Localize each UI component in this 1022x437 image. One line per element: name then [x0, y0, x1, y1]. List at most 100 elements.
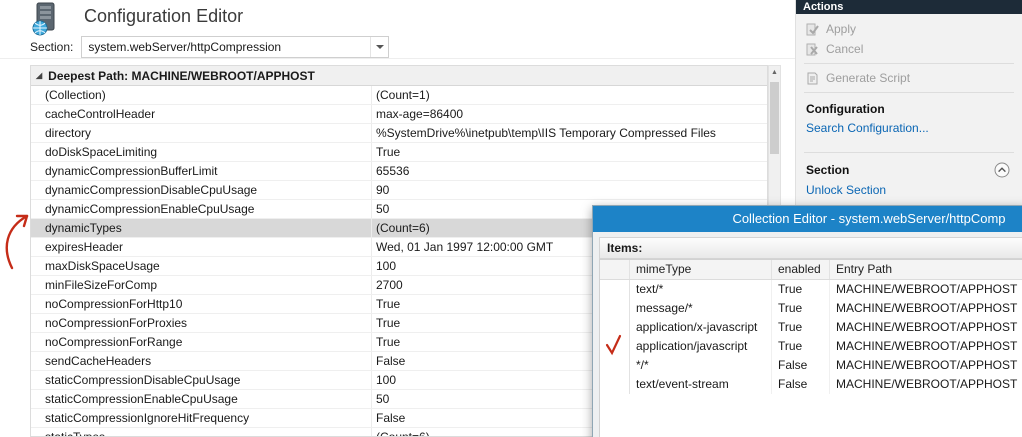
column-header-enabled[interactable]: enabled [772, 260, 830, 279]
configuration-heading: Configuration [796, 97, 1022, 118]
property-name: noCompressionForHttp10 [45, 297, 183, 311]
entry-path-cell: MACHINE/WEBROOT/APPHOST [830, 375, 1022, 394]
property-name: cacheControlHeader [45, 107, 156, 121]
row-selector-gutter [600, 356, 630, 375]
separator [804, 152, 1014, 153]
generate-script-icon [807, 72, 818, 84]
mime-type-cell: application/javascript [630, 337, 772, 356]
scroll-up-button[interactable]: ▲ [769, 66, 780, 79]
property-value: %SystemDrive%\inetpub\temp\IIS Temporary… [371, 124, 767, 142]
column-header-mimetype[interactable]: mimeType [630, 260, 772, 279]
unlock-section-link[interactable]: Unlock Section [796, 180, 1022, 200]
collapse-circle-chevron-icon[interactable] [994, 162, 1010, 178]
enabled-cell: False [772, 356, 830, 375]
apply-icon [806, 23, 819, 35]
entry-path-cell: MACHINE/WEBROOT/APPHOST [830, 337, 1022, 356]
grid-row[interactable]: directory %SystemDrive%\inetpub\temp\IIS … [31, 124, 767, 143]
collection-editor-dialog: Collection Editor - system.webServer/htt… [592, 205, 1022, 437]
group-expanded-icon: ◢ [36, 71, 43, 80]
grid-group-header[interactable]: ◢ Deepest Path: MACHINE/WEBROOT/APPHOST [31, 66, 767, 86]
property-name: dynamicCompressionDisableCpuUsage [45, 183, 258, 197]
grid-row[interactable]: doDiskSpaceLimiting True [31, 143, 767, 162]
items-label: Items: [599, 237, 1022, 259]
mime-type-cell: application/x-javascript [630, 318, 772, 337]
collection-row[interactable]: application/x-javascript True MACHINE/WEBR… [600, 318, 1022, 337]
group-header-label: Deepest Path: MACHINE/WEBROOT/APPHOST [48, 68, 315, 83]
property-name: staticCompressionIgnoreHitFrequency [45, 411, 250, 425]
apply-label: Apply [826, 22, 857, 36]
column-header-entry-path[interactable]: Entry Path [830, 260, 1022, 279]
collection-row[interactable]: message/* True MACHINE/WEBROOT/APPHOST [600, 299, 1022, 318]
enabled-cell: False [772, 375, 830, 394]
row-selector-gutter [600, 280, 630, 299]
mime-type-cell: text/event-stream [630, 375, 772, 394]
collection-header-row: mimeType enabled Entry Path [600, 260, 1022, 280]
section-combobox[interactable]: system.webServer/httpCompression [81, 36, 390, 58]
section-heading-label: Section [806, 163, 850, 177]
cancel-button[interactable]: Cancel [796, 39, 1022, 59]
grid-row[interactable]: cacheControlHeader max-age=86400 [31, 105, 767, 124]
row-selector-gutter-header [600, 260, 630, 279]
entry-path-cell: MACHINE/WEBROOT/APPHOST [830, 280, 1022, 299]
property-value: True [371, 143, 767, 161]
apply-button[interactable]: Apply [796, 19, 1022, 39]
collection-row[interactable]: text/* True MACHINE/WEBROOT/APPHOST [600, 280, 1022, 299]
property-name: noCompressionForProxies [45, 316, 188, 330]
dialog-title[interactable]: Collection Editor - system.webServer/htt… [593, 206, 1022, 232]
collection-row[interactable]: */* False MACHINE/WEBROOT/APPHOST [600, 356, 1022, 375]
property-name: doDiskSpaceLimiting [45, 145, 158, 159]
property-name: dynamicTypes [45, 221, 122, 235]
section-combobox-value: system.webServer/httpCompression [88, 40, 282, 54]
separator [804, 92, 1014, 93]
configuration-heading-label: Configuration [806, 102, 885, 116]
row-selector-gutter [600, 337, 630, 356]
separator [804, 63, 1014, 64]
section-bar: Section: system.webServer/httpCompressio… [30, 36, 390, 58]
enabled-cell: True [772, 280, 830, 299]
property-name: minFileSizeForComp [45, 278, 158, 292]
entry-path-cell: MACHINE/WEBROOT/APPHOST [830, 299, 1022, 318]
mime-type-cell: text/* [630, 280, 772, 299]
entry-path-cell: MACHINE/WEBROOT/APPHOST [830, 356, 1022, 375]
section-group-heading[interactable]: Section [796, 157, 1022, 180]
property-name: dynamicCompressionBufferLimit [45, 164, 218, 178]
property-name: staticCompressionEnableCpuUsage [45, 392, 238, 406]
search-configuration-link[interactable]: Search Configuration... [796, 118, 1022, 138]
page-title: Configuration Editor [84, 6, 244, 26]
property-name: noCompressionForRange [45, 335, 183, 349]
collection-row[interactable]: text/event-stream False MACHINE/WEBROOT/AP… [600, 375, 1022, 394]
enabled-cell: True [772, 299, 830, 318]
scroll-thumb[interactable] [770, 82, 779, 154]
grid-row[interactable]: dynamicCompressionDisableCpuUsage 90 [31, 181, 767, 200]
collection-row[interactable]: application/javascript True MACHINE/WEBROO… [600, 337, 1022, 356]
grid-row[interactable]: (Collection) (Count=1) [31, 86, 767, 105]
property-name: staticCompressionDisableCpuUsage [45, 373, 241, 387]
property-value: 90 [371, 181, 767, 199]
cancel-icon [806, 43, 818, 55]
configuration-editor-icon [32, 2, 55, 36]
chevron-down-icon[interactable] [370, 37, 388, 57]
collection-table: mimeType enabled Entry Path text/* True MACH… [599, 259, 1022, 437]
property-name: dynamicCompressionEnableCpuUsage [45, 202, 255, 216]
property-name: staticTypes [45, 430, 106, 437]
property-value: max-age=86400 [371, 105, 767, 123]
mime-type-cell: message/* [630, 299, 772, 318]
collection-rows: text/* True MACHINE/WEBROOT/APPHOST message… [600, 280, 1022, 394]
generate-script-button[interactable]: Generate Script [796, 68, 1022, 88]
generate-script-label: Generate Script [826, 71, 911, 85]
property-name: (Collection) [45, 88, 106, 102]
property-name: maxDiskSpaceUsage [45, 259, 160, 273]
property-value: 65536 [371, 162, 767, 180]
grid-row[interactable]: dynamicCompressionBufferLimit 65536 [31, 162, 767, 181]
property-name: expiresHeader [45, 240, 124, 254]
app: { "header": { "title": "Configuration Ed… [0, 0, 1022, 437]
entry-path-cell: MACHINE/WEBROOT/APPHOST [830, 318, 1022, 337]
property-name: sendCacheHeaders [45, 354, 152, 368]
row-selector-gutter [600, 299, 630, 318]
mime-type-cell: */* [630, 356, 772, 375]
header-divider [0, 58, 795, 59]
property-name: directory [45, 126, 92, 140]
enabled-cell: True [772, 337, 830, 356]
property-value: (Count=1) [371, 86, 767, 104]
enabled-cell: True [772, 318, 830, 337]
